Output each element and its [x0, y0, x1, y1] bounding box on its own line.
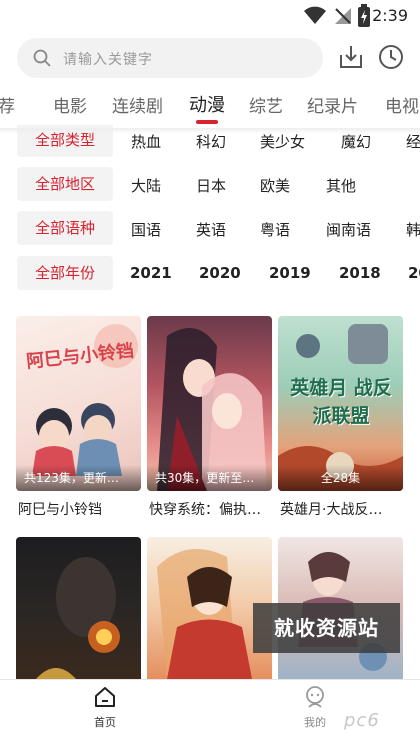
tab-movie[interactable]: 电影	[53, 92, 87, 117]
filter-row-language: 全部语种 国语 英语 粤语 闽南语 韩	[0, 211, 420, 247]
filter-option[interactable]: 大陆	[131, 175, 161, 196]
tab-tv[interactable]: 电视	[385, 92, 419, 117]
filter-option[interactable]: 科幻	[196, 131, 226, 152]
filter-all-language[interactable]: 全部语种	[17, 211, 113, 245]
filter-all-year[interactable]: 全部年份	[17, 256, 113, 290]
nav-home-label: 首页	[94, 716, 116, 729]
filter-option[interactable]: 欧美	[260, 175, 290, 196]
filter-option[interactable]: 热血	[131, 131, 161, 152]
filter-option[interactable]: 国语	[131, 219, 161, 240]
filter-option[interactable]: 魔幻	[341, 131, 371, 152]
tab-recommend[interactable]: 荐	[0, 92, 15, 117]
poster-art	[36, 557, 120, 679]
tabs-divider	[0, 128, 420, 134]
home-icon	[93, 687, 117, 712]
episode-label: 共123集，更新…	[16, 465, 141, 491]
active-tab-indicator	[196, 120, 218, 124]
profile-icon	[303, 686, 327, 712]
filter-option[interactable]: 其他	[326, 175, 356, 196]
download-icon[interactable]	[337, 43, 365, 75]
video-poster[interactable]	[16, 537, 141, 679]
filter-all-region[interactable]: 全部地区	[17, 167, 113, 201]
filter-option[interactable]: 英语	[196, 219, 226, 240]
filter-panel: 全部类型 热血 科幻 美少女 魔幻 经 全部地区 大陆 日本 欧美 其他 全部语…	[0, 125, 420, 295]
nav-home[interactable]: 首页	[84, 686, 126, 730]
search-placeholder: 请输入关键字	[63, 52, 153, 68]
poster-title-art: 英雄月 战反派联盟	[290, 377, 392, 427]
watermark-overlay: 就收资源站	[253, 603, 400, 653]
filter-option[interactable]: 经	[406, 131, 420, 152]
tab-variety[interactable]: 综艺	[249, 92, 283, 117]
video-poster[interactable]: 阿巳与小铃铛 共123集，更新…	[16, 316, 141, 491]
video-title[interactable]: 阿巳与小铃铛	[18, 499, 143, 519]
search-icon	[33, 49, 51, 71]
filter-row-year: 全部年份 2021 2020 2019 2018 20	[0, 256, 420, 292]
filter-option[interactable]: 闽南语	[326, 219, 371, 240]
history-icon[interactable]	[377, 43, 405, 75]
filter-option[interactable]: 20	[408, 264, 420, 282]
filter-option[interactable]: 粤语	[260, 219, 290, 240]
filter-row-region: 全部地区 大陆 日本 欧美 其他	[0, 167, 420, 203]
episode-label: 全28集	[278, 465, 403, 491]
episode-label: 共30集，更新至…	[147, 465, 272, 491]
nav-mine[interactable]: 我的	[294, 686, 336, 730]
search-input[interactable]: 请输入关键字	[17, 38, 323, 78]
filter-option[interactable]: 韩	[406, 219, 420, 240]
wifi-icon	[303, 6, 327, 30]
video-title[interactable]: 快穿系统：偏执…	[149, 499, 274, 519]
filter-option[interactable]: 2021	[130, 264, 172, 282]
status-time: 2:39	[372, 6, 408, 25]
no-signal-icon	[333, 6, 353, 30]
filter-option[interactable]: 美少女	[260, 131, 305, 152]
tab-anime[interactable]: 动漫	[189, 91, 225, 117]
site-watermark: pc6	[344, 710, 380, 731]
category-tabs: 荐 电影 连续剧 动漫 综艺 纪录片 电视	[0, 88, 420, 128]
video-title[interactable]: 英雄月·大战反…	[280, 499, 405, 519]
filter-option[interactable]: 2019	[269, 264, 311, 282]
tab-documentary[interactable]: 纪录片	[307, 92, 358, 117]
battery-icon	[357, 4, 371, 32]
tab-series[interactable]: 连续剧	[112, 92, 163, 117]
filter-option[interactable]: 日本	[196, 175, 226, 196]
video-poster[interactable]: 共30集，更新至…	[147, 316, 272, 491]
search-row: 请输入关键字	[0, 38, 420, 80]
filter-option[interactable]: 2018	[339, 264, 381, 282]
filter-option[interactable]: 2020	[199, 264, 241, 282]
nav-mine-label: 我的	[304, 716, 326, 729]
status-bar: 2:39	[0, 0, 420, 32]
video-poster[interactable]: 英雄月 战反派联盟 全28集	[278, 316, 403, 491]
